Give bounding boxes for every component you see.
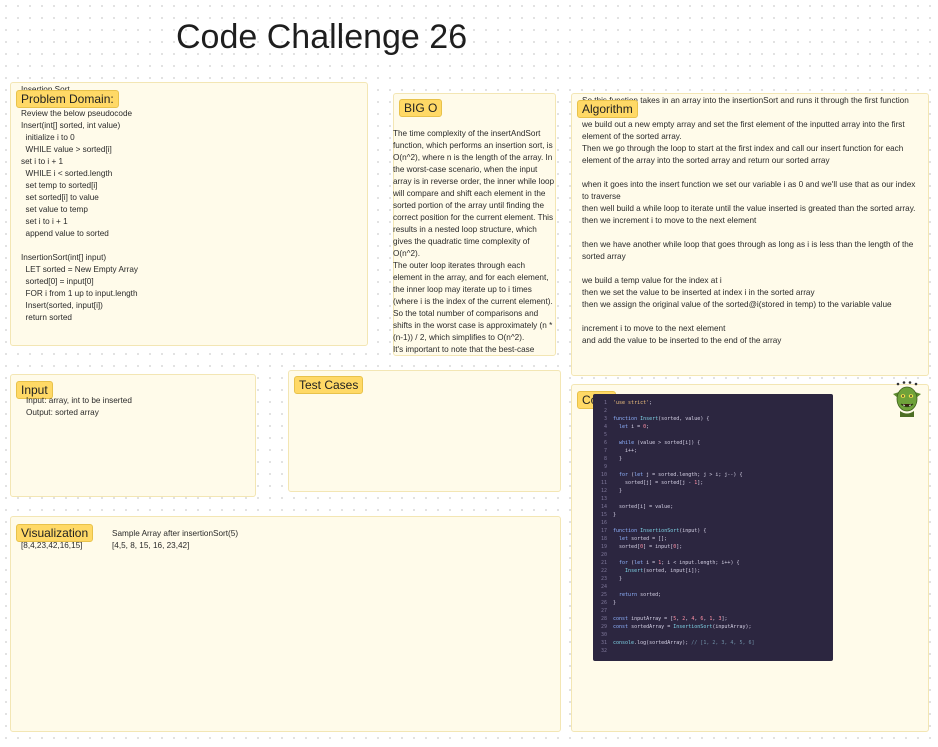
code-line: 22 Insert(sorted, input[i]); xyxy=(600,568,701,574)
code-line: 1'use strict'; xyxy=(603,400,653,406)
pseudocode-line: Review the below pseudocode xyxy=(21,109,133,118)
pseudocode-line: sorted[0] = input[0] xyxy=(21,277,94,286)
input-line-2: Output: sorted array xyxy=(26,408,99,417)
pseudocode-line: LET sorted = New Empty Array xyxy=(21,265,139,274)
code-line: 7 i++; xyxy=(603,448,638,454)
code-line: 8 } xyxy=(603,456,623,462)
algorithm-line: increment i to move to the next element xyxy=(582,324,726,333)
code-line: 11 sorted[j] = sorted[j - 1]; xyxy=(600,480,704,486)
page-title: Code Challenge 26 xyxy=(176,18,468,56)
pseudocode-line: set i to i + 1 xyxy=(21,217,68,226)
visualization-sample-array: [4,5, 8, 15, 16, 23,42] xyxy=(112,541,190,550)
code-line: 21 for (let i = 1; i < input.length; i++… xyxy=(600,560,740,566)
algorithm-line: and add the value to be inserted to the … xyxy=(582,336,782,345)
pseudocode-line: initialize i to 0 xyxy=(21,133,75,142)
code-line: 4 let i = 0; xyxy=(603,424,650,430)
code-line: 28 const inputArray = [5, 2, 4, 6, 1, 3]; xyxy=(600,616,728,622)
algorithm-line: then we assign the original value of the… xyxy=(582,300,892,309)
algorithm-line: we build a temp value for the index at i xyxy=(582,276,722,285)
code-line: 31 console.log(sortedArray); // [1, 2, 3,… xyxy=(600,640,755,646)
visualization-section[interactable] xyxy=(10,516,561,732)
pseudocode-line: set value to temp xyxy=(21,205,88,214)
algorithm-line: then well build a while loop to iterate … xyxy=(582,204,916,213)
algorithm-line: then we increment i to move to the next … xyxy=(582,216,757,225)
code-line: 19 sorted[0] = input[0]; xyxy=(600,544,683,550)
algorithm-line: Then we go through the loop to start at … xyxy=(582,144,904,153)
code-line: 26} xyxy=(600,600,617,606)
pseudocode-line: Insert(int[] sorted, int value) xyxy=(21,121,121,130)
code-line: 10 for (let j = sorted.length; j > i; j-… xyxy=(600,472,743,478)
pseudocode-line: WHILE value > sorted[i] xyxy=(21,145,112,154)
code-line: 12 } xyxy=(600,488,623,494)
input-line-1: Input: array, int to be inserted xyxy=(26,396,132,405)
pseudocode-line: return sorted xyxy=(21,313,72,322)
algorithm-line: to traverse xyxy=(582,192,621,201)
pseudocode-line: WHILE i < sorted.length xyxy=(21,169,113,178)
pseudocode-line: FOR i from 1 up to input.length xyxy=(21,289,138,298)
algorithm-line: then we set the value to be inserted at … xyxy=(582,288,815,297)
visualization-sample-heading: Sample Array after insertionSort(5) xyxy=(112,529,239,538)
code-line: 25 return sorted; xyxy=(600,592,662,598)
pseudocode-line: set i to i + 1 xyxy=(21,157,64,166)
algorithm-line: we build out a new empty array and set t… xyxy=(582,120,905,129)
code-editor-window[interactable]: 1'use strict'; 2 3 function Insert(sorted, … xyxy=(593,394,833,661)
code-line: 18 let sorted = []; xyxy=(600,536,668,542)
algorithm-line: then we have another while loop that goe… xyxy=(582,240,914,249)
code-line: 16 xyxy=(600,520,607,526)
code-line: 29 const sortedArray = InsertionSort(inpu… xyxy=(600,624,752,630)
algorithm-line: element of the array into the sorted arr… xyxy=(582,156,830,165)
big-o-label: BIG O xyxy=(399,99,443,117)
code-line: 30 xyxy=(600,632,607,638)
code-line: 17 function InsertionSort(input) { xyxy=(600,528,707,534)
code-line: 14 sorted[i] = value; xyxy=(600,504,674,510)
big-o-text: The time complexity of the insertAndSort… xyxy=(393,129,555,354)
pseudocode-line: set temp to sorted[i] xyxy=(21,181,98,190)
code-line: 5 xyxy=(603,432,607,438)
problem-domain-label: Problem Domain: xyxy=(16,90,119,108)
algorithm-label: Algorithm xyxy=(577,100,638,118)
code-line: 32 xyxy=(600,648,607,654)
code-line: 2 xyxy=(603,408,607,414)
code-line: 20 xyxy=(600,552,607,558)
code-line: 9 xyxy=(603,464,607,470)
code-line: 15} xyxy=(600,512,617,518)
code-line: 27 xyxy=(600,608,607,614)
pseudocode-line: set sorted[i] to value xyxy=(21,193,99,202)
algorithm-line: when it goes into the insert function we… xyxy=(582,180,916,189)
algorithm-line: sorted array xyxy=(582,252,626,261)
code-line: 24 xyxy=(600,584,607,590)
pseudocode-line: append value to sorted xyxy=(21,229,109,238)
code-line: 6 while (value > sorted[i]) { xyxy=(603,440,701,446)
code-line: 13 xyxy=(600,496,607,502)
goblin-avatar-icon[interactable] xyxy=(890,380,924,418)
code-line: 23 } xyxy=(600,576,623,582)
pseudocode-line: Insert(sorted, input[i]) xyxy=(21,301,103,310)
code-line: 3 function Insert(sorted, value) { xyxy=(603,416,710,422)
test-cases-label: Test Cases xyxy=(294,376,364,394)
algorithm-line: element of the sorted array. xyxy=(582,132,682,141)
pseudocode-line: InsertionSort(int[] input) xyxy=(21,253,107,262)
visualization-input-array: [8,4,23,42,16,15] xyxy=(21,541,83,550)
